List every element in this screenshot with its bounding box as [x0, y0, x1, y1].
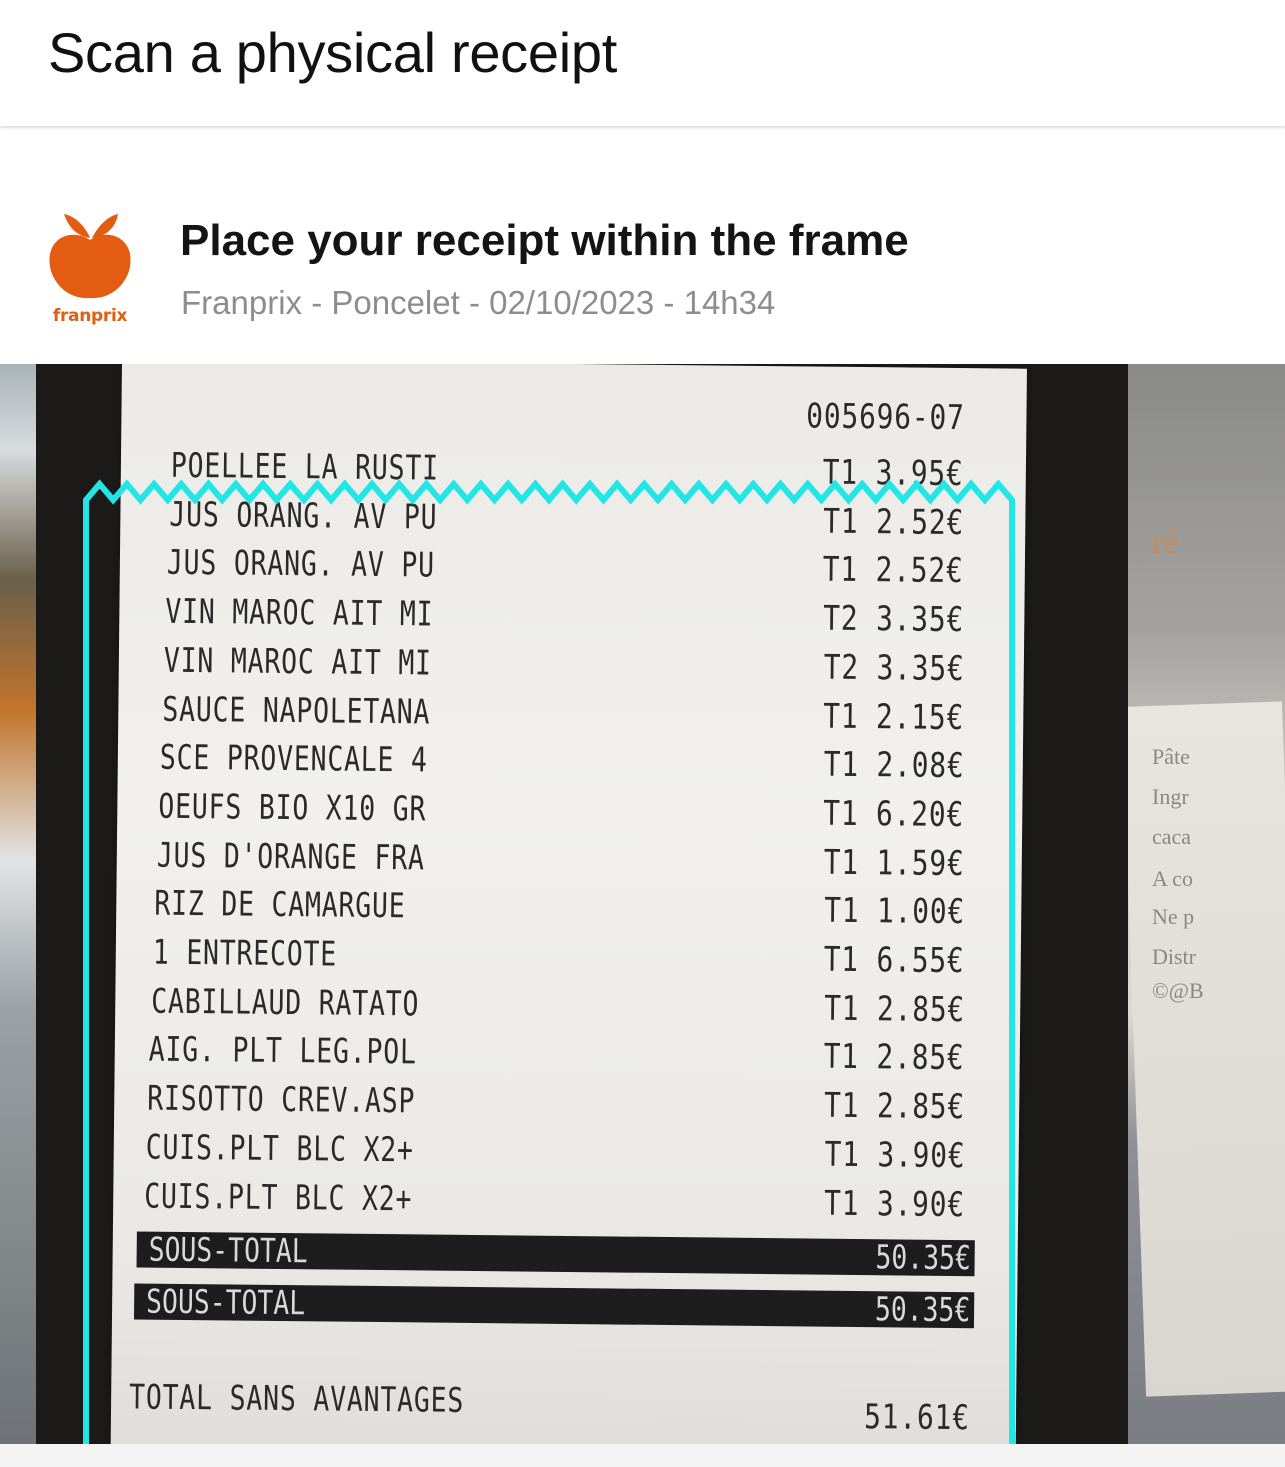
- camera-viewfinder[interactable]: ré Pâte Ingr caca A co Ne p Distr ©@B 00…: [0, 364, 1285, 1444]
- page-title: Scan a physical receipt: [48, 21, 617, 84]
- scan-frame: [83, 479, 1015, 1444]
- logo-wordmark: franprix: [52, 306, 128, 326]
- instruction-title: Place your receipt within the frame: [180, 216, 909, 265]
- store-info-panel: franprix Place your receipt within the f…: [0, 128, 1285, 364]
- apple-icon: [49, 214, 131, 299]
- scan-frame-outline: [83, 479, 1015, 1444]
- store-meta: Franprix - Poncelet - 02/10/2023 - 14h34: [181, 284, 776, 321]
- franprix-logo: franprix: [46, 210, 134, 326]
- app-header: Scan a physical receipt: [0, 0, 1285, 126]
